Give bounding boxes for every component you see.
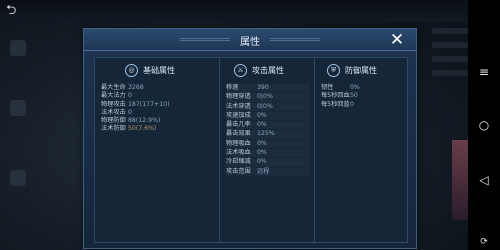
panel-header: 属性 ✕ [84,29,416,51]
attribute-label: 冷却缩减 [226,158,251,166]
hero-portrait [452,140,468,220]
attribute-row: 攻速加成 0% [226,112,310,120]
attribute-label: 攻速加成 [226,111,251,119]
attribute-value: 0 [350,100,354,108]
attribute-label: 每5秒回血 [321,92,350,100]
attribute-row: 暴击几率 0% [226,121,310,129]
game-top-bar: ⮌ [0,0,468,22]
android-nav-bar: ≡ ○ ◁ ⟳ [468,0,500,250]
attribute-label: 法术穿透 [226,102,251,110]
column-title: 防御属性 [345,66,377,75]
attribute-row: 暴击效果 125% [226,130,310,138]
attack-attributes-column: ⚔ 攻击属性 移速 390 物理穿透 0|0% 法术穿透 0|0% 攻速加成 0% 暴击几率 0%… [219,58,315,242]
attribute-row: 物理攻击 187(177+10) [101,101,195,109]
attribute-value: 0% [350,84,360,91]
attribute-label: 法术防御 [101,125,126,133]
attribute-label: 暴击效果 [226,130,251,138]
attribute-label: 攻击范围 [226,167,251,175]
back-icon[interactable]: ◁ [476,172,492,188]
basic-attributes-column: ◎ 基础属性 最大生命 3268 最大法力 0 物理攻击 187(177+10) 法术攻击 0… [95,58,199,242]
attribute-row: 最大法力 0 [101,92,195,100]
attribute-value: 50(7.6%) [128,125,157,133]
back-arrow-icon[interactable]: ⮌ [6,4,28,18]
attribute-value: 0 [128,108,132,116]
panel-title: 属性 [240,37,260,48]
attribute-value: 远程 [257,167,270,175]
attribute-row: 法术攻击 0 [101,109,195,117]
attribute-table: ◎ 基础属性 最大生命 3268 最大法力 0 物理攻击 187(177+10) 法术攻击 0… [94,57,408,243]
attribute-row: 冷却缩减 0% [226,158,310,166]
attribute-label: 移速 [226,84,239,91]
attribute-row: 移速 390 [226,84,310,92]
attribute-label: 暴击几率 [226,121,251,129]
attribute-row: 法术吸血 0% [226,149,310,157]
attribute-value: 125% [257,130,275,138]
attribute-row: 法术穿透 0|0% [226,103,310,111]
attribute-value: 0 [128,92,132,100]
shield-icon: ⛨ [327,64,340,77]
rotate-icon[interactable]: ⟳ [476,237,492,247]
attribute-panel: 属性 ✕ ◎ 基础属性 最大生命 3268 最大法力 0 物理攻击 187(177+10)… [83,28,417,249]
attribute-value: 0% [257,149,267,157]
attribute-row: 物理穿透 0|0% [226,93,310,101]
attribute-value: 0% [257,111,267,119]
home-icon[interactable]: ○ [476,117,492,133]
right-side-list [432,20,468,84]
attribute-value: 0|0% [257,93,273,101]
attribute-value: 0% [257,139,267,147]
side-skill-icon [10,170,26,186]
sword-icon: ⚔ [234,64,247,77]
menu-icon[interactable]: ≡ [476,64,492,80]
attribute-row: 攻击范围 远程 [226,168,310,176]
attribute-value: 0% [257,121,267,129]
attribute-value: 88(12.9%) [128,117,161,125]
attribute-value: 0|0% [257,102,273,110]
defense-attributes-column: ⛨ 防御属性 韧性 0% 每5秒回血 50 每5秒回蓝 0 [315,58,409,242]
attribute-row: 每5秒回血 50 [321,92,405,100]
attribute-label: 每5秒回蓝 [321,100,350,108]
target-icon: ◎ [125,64,138,77]
attribute-value: 390 [257,84,269,91]
attribute-value: 0% [257,158,267,166]
close-button[interactable]: ✕ [387,30,407,50]
column-title: 攻击属性 [252,66,284,75]
attribute-value: 50 [350,92,358,100]
attribute-label: 物理吸血 [226,139,251,147]
attribute-value: 187(177+10) [128,100,170,108]
attribute-label: 法术攻击 [101,108,126,116]
attribute-row: 法术防御 50(7.6%) [101,125,195,133]
attribute-row: 物理吸血 0% [226,140,310,148]
attribute-label: 物理穿透 [226,93,251,101]
attribute-label: 法术吸血 [226,149,251,157]
attribute-label: 最大法力 [101,92,126,100]
column-title: 基础属性 [143,66,175,75]
side-skill-icon [10,40,26,56]
attribute-row: 每5秒回蓝 0 [321,101,405,109]
side-skill-icon [10,100,26,116]
attribute-label: 物理攻击 [101,100,126,108]
attribute-value: 3268 [128,84,144,91]
